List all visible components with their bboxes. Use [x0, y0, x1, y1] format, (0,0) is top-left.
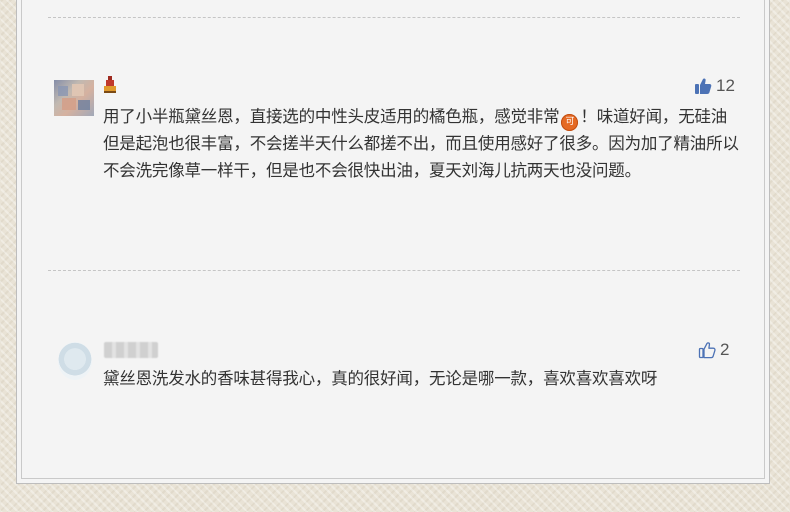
comment-text: 用了小半瓶黛丝恩，直接选的中性头皮适用的橘色瓶，感觉非常可！味道好闻，无硅油但是…: [103, 104, 743, 184]
comment-text-part: 用了小半瓶黛丝恩，直接选的中性头皮适用的橘色瓶，感觉非常: [103, 107, 560, 126]
like-count: 2: [720, 340, 730, 359]
like-count: 12: [716, 76, 735, 95]
like-button[interactable]: 2: [698, 340, 729, 360]
user-avatar[interactable]: [58, 342, 92, 380]
user-avatar[interactable]: [54, 80, 94, 116]
thumbs-up-filled-icon: [695, 78, 712, 94]
like-button[interactable]: 12: [694, 76, 735, 96]
user-level-badge-icon: [104, 76, 116, 93]
divider-comment: [48, 270, 740, 271]
comment-text: 黛丝恩洗发水的香味甚得我心，真的很好闻，无论是哪一款，喜欢喜欢喜欢呀: [103, 369, 658, 388]
emoji-sticker-icon: 可: [561, 114, 579, 131]
thumbs-up-outline-icon: [698, 342, 716, 359]
divider-top: [48, 17, 740, 18]
panel-inner-border: [21, 0, 765, 479]
comment-panel: [16, 0, 770, 484]
username-redacted[interactable]: [104, 342, 158, 358]
